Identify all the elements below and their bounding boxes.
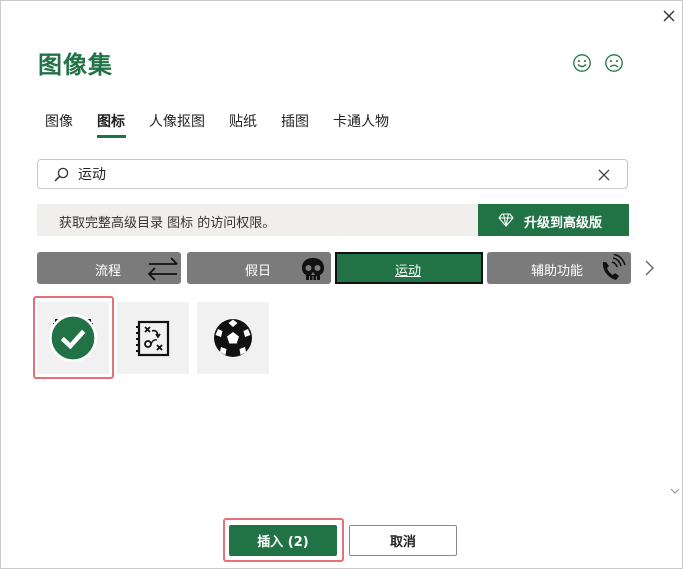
smile-icon — [573, 54, 591, 72]
search-icon — [54, 167, 69, 182]
category-label: 辅助功能 — [531, 264, 584, 279]
close-icon — [663, 10, 675, 22]
clear-search-button[interactable] — [595, 166, 613, 184]
icon-result-soccer-ball[interactable] — [197, 302, 269, 374]
diamond-icon — [498, 213, 514, 227]
tab-icons[interactable]: 图标 — [97, 111, 125, 131]
skull-icon — [302, 258, 324, 280]
premium-banner-text: 获取完整高级目录 图标 的访问权限。 — [59, 216, 276, 231]
category-label: 假日 — [245, 264, 272, 279]
scroll-down-icon[interactable] — [669, 485, 681, 497]
insert-button[interactable]: 插入 (2) — [229, 525, 337, 556]
search-input[interactable] — [78, 164, 578, 184]
premium-banner: 获取完整高级目录 图标 的访问权限。 升级到高级版 — [37, 204, 629, 236]
icon-picker-dialog: 图像集 图像 图标 人像抠图 贴纸 插图 卡通人物 获取 — [0, 0, 683, 569]
phone-volume-icon — [602, 254, 626, 280]
tab-stickers[interactable]: 贴纸 — [229, 111, 257, 131]
playbook-icon — [136, 320, 170, 357]
swap-arrows-icon — [147, 257, 178, 281]
upgrade-label: 升级到高级版 — [524, 215, 603, 230]
icon-result-weightlifter[interactable] — [37, 302, 109, 374]
upgrade-premium-button[interactable]: 升级到高级版 — [478, 204, 629, 236]
check-badge-icon — [49, 314, 97, 362]
cancel-button[interactable]: 取消 — [349, 525, 457, 556]
tab-cartoon-people[interactable]: 卡通人物 — [333, 111, 389, 131]
category-label: 流程 — [95, 264, 122, 279]
search-box — [37, 159, 628, 189]
soccer-ball-icon — [214, 319, 252, 357]
category-holidays[interactable]: 假日 — [187, 252, 331, 284]
tab-cutout-people[interactable]: 人像抠图 — [149, 111, 205, 131]
tab-illustrations[interactable]: 插图 — [281, 111, 309, 131]
smile-feedback-button[interactable] — [572, 53, 592, 73]
close-button[interactable] — [659, 6, 679, 26]
icon-result-playbook[interactable] — [117, 302, 189, 374]
category-process[interactable]: 流程 — [37, 252, 181, 284]
frown-icon — [605, 54, 623, 72]
category-accessibility[interactable]: 辅助功能 — [487, 252, 631, 284]
dialog-title: 图像集 — [38, 51, 113, 79]
category-sports[interactable]: 运动 — [335, 252, 483, 284]
tab-images[interactable]: 图像 — [45, 111, 73, 131]
frown-feedback-button[interactable] — [604, 53, 624, 73]
active-tab-underline — [97, 135, 126, 138]
category-label: 运动 — [395, 264, 422, 279]
chevron-right-icon[interactable] — [641, 257, 657, 279]
